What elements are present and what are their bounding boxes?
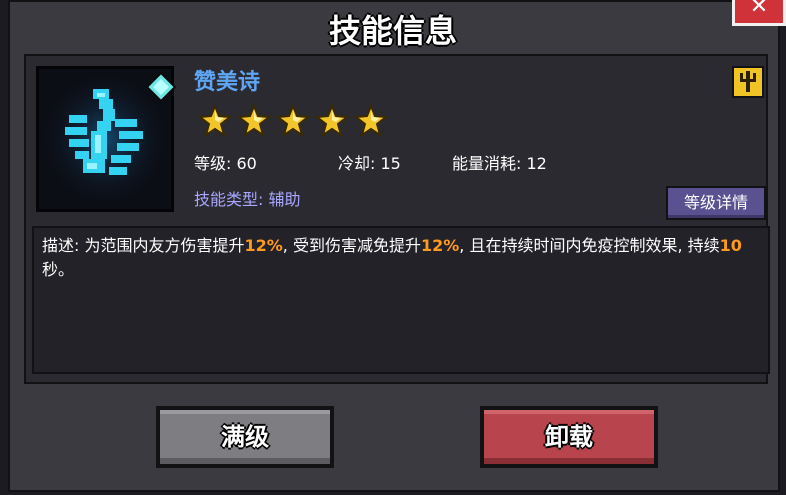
window-title: 技能信息 (328, 12, 457, 50)
skill-type-value: 辅助 (268, 190, 301, 209)
desc-text: 描述: 为范围内友方伤害提升 (42, 236, 245, 255)
star-icon (198, 104, 232, 138)
desc-text: , 受到伤害减免提升 (282, 236, 421, 255)
close-icon: ✕ (749, 0, 769, 19)
desc-value: 12% (420, 236, 460, 255)
max-level-button[interactable]: 满级 (156, 406, 334, 468)
diamond-gem-icon (146, 72, 176, 102)
star-icon (354, 104, 388, 138)
unload-button[interactable]: 卸载 (480, 406, 658, 468)
trident-badge-icon[interactable] (732, 66, 764, 98)
trident-icon (740, 71, 756, 92)
cooldown-stat: 冷却: 15 (338, 154, 401, 173)
close-button[interactable]: ✕ (732, 0, 786, 26)
energy-cost-stat: 能量消耗: 12 (452, 154, 547, 173)
star-icon (237, 104, 271, 138)
desc-value: 12% (244, 236, 283, 255)
star-icon (276, 104, 310, 138)
star-icon (315, 104, 349, 138)
desc-text: , 且在持续时间内免疫控制效果, 持续 (459, 236, 720, 255)
skill-type-label: 技能类型: (194, 190, 269, 209)
level-details-button[interactable]: 等级详情 (666, 186, 766, 220)
skill-type: 技能类型: 辅助 (194, 186, 301, 210)
skill-name: 赞美诗 (194, 70, 261, 95)
level-stat: 等级: 60 (194, 154, 257, 173)
skill-description: 描述: 为范围内友方伤害提升12%, 受到伤害减免提升12%, 且在持续时间内免… (42, 234, 762, 282)
desc-value: 10 (719, 236, 742, 255)
desc-text: 秒。 (42, 260, 75, 279)
